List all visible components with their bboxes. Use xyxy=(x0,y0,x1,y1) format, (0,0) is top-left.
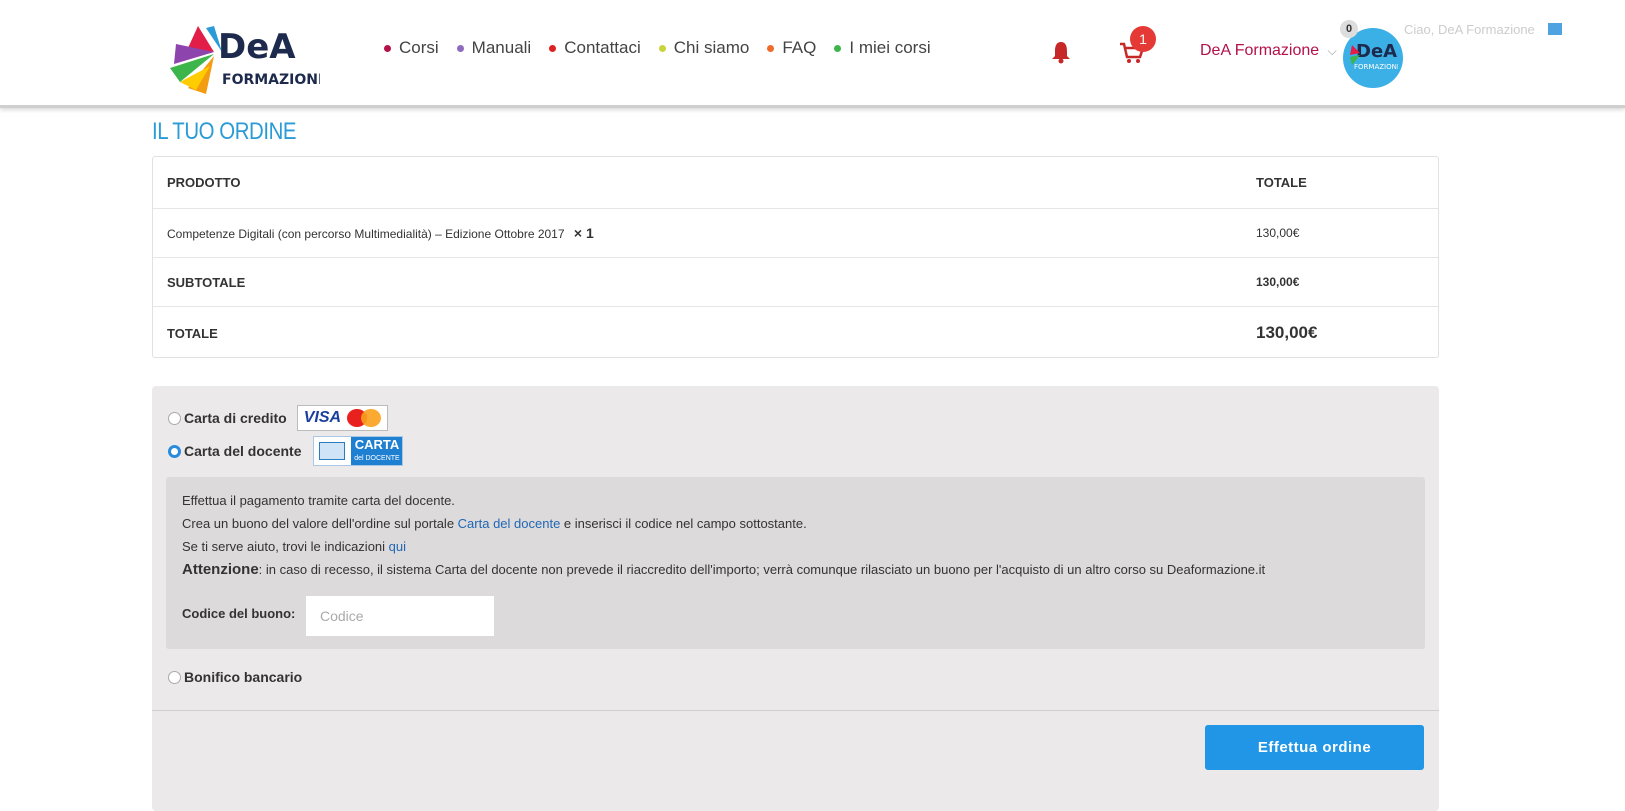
total-value: 130,00€ xyxy=(1256,323,1318,342)
nav-label: Corsi xyxy=(399,38,439,57)
payment-option-bank-transfer[interactable]: Bonifico bancario xyxy=(168,669,302,685)
notifications-count-badge: 0 xyxy=(1340,20,1358,38)
voucher-code-label: Codice del buono: xyxy=(182,606,296,621)
bullet-icon xyxy=(384,44,391,52)
logo-text: DeA xyxy=(218,27,296,67)
payment-description-2: Crea un buono del valore dell'ordine sul… xyxy=(182,516,807,531)
carta-docente-logo-icon: CARTA del DOCENTE xyxy=(313,436,404,466)
bullet-icon xyxy=(767,44,775,52)
radio-carta-docente[interactable] xyxy=(168,444,181,458)
radio-credit-card[interactable] xyxy=(168,411,181,425)
voucher-code-input[interactable] xyxy=(306,596,494,636)
product-name: Competenze Digitali (con percorso Multim… xyxy=(167,227,565,241)
payment-option-label: Carta del docente xyxy=(184,443,302,459)
user-menu[interactable]: DeA Formazione ⌵ xyxy=(1200,42,1337,60)
column-header-product: PRODOTTO xyxy=(167,175,241,190)
table-row: Competenze Digitali (con percorso Multim… xyxy=(153,209,1438,258)
payment-option-label: Carta di credito xyxy=(184,410,287,426)
nav-label: Chi siamo xyxy=(673,38,750,57)
bullet-icon xyxy=(549,44,557,52)
bullet-icon xyxy=(658,44,666,52)
order-summary-table: PRODOTTO TOTALE Competenze Digitali (con… xyxy=(152,156,1439,358)
payment-description-3: Se ti serve aiuto, trovi le indicazioni … xyxy=(182,539,407,554)
payment-option-carta-docente[interactable]: Carta del docente CARTA del DOCENTE xyxy=(168,436,404,466)
table-header-row: PRODOTTO TOTALE xyxy=(153,157,1438,209)
warning-text: Attenzione: in caso di recesso, il siste… xyxy=(182,561,1266,578)
column-header-total: TOTALE xyxy=(1256,175,1307,190)
greeting-text: Ciao, DeA Formazione xyxy=(1404,22,1535,37)
order-title: IL TUO ORDINE xyxy=(152,118,297,145)
bell-icon[interactable] xyxy=(1050,40,1072,64)
total-row: TOTALE 130,00€ xyxy=(153,307,1438,359)
nav-item-manuali[interactable]: Manuali xyxy=(456,38,532,58)
nav-item-chi-siamo[interactable]: Chi siamo xyxy=(658,38,750,58)
payment-option-label: Bonifico bancario xyxy=(184,669,303,685)
bullet-icon xyxy=(834,44,842,52)
main-nav: Corsi Manuali Contattaci Chi siamo FAQ I miei… xyxy=(384,38,931,58)
cdd-logo-text: CARTA xyxy=(354,437,400,452)
nav-label: I miei corsi xyxy=(849,38,931,57)
carta-docente-details: Effettua il pagamento tramite carta del … xyxy=(166,477,1425,649)
nav-label: FAQ xyxy=(782,38,817,57)
nav-item-i-miei-corsi[interactable]: I miei corsi xyxy=(834,38,931,58)
payment-methods-panel: Carta di credito VISA Carta del docente … xyxy=(152,386,1439,811)
nav-label: Contattaci xyxy=(564,38,641,57)
nav-item-faq[interactable]: FAQ xyxy=(767,38,816,58)
subtotal-row: SUBTOTALE 130,00€ xyxy=(153,258,1438,307)
bullet-icon xyxy=(456,44,464,52)
user-name: DeA Formazione xyxy=(1200,42,1320,59)
help-link[interactable]: qui xyxy=(389,539,406,554)
site-header: DeA FORMAZIONE Corsi Manuali Contattaci Chi… xyxy=(0,0,1625,108)
payment-option-credit-card[interactable]: Carta di credito VISA xyxy=(168,405,389,431)
cdd-logo-subtext: del DOCENTE xyxy=(354,455,400,462)
product-cell: Competenze Digitali (con percorso Multim… xyxy=(167,225,594,241)
product-quantity: × 1 xyxy=(573,225,594,241)
place-order-button[interactable]: Effettua ordine xyxy=(1205,725,1424,770)
cart-count-badge: 1 xyxy=(1130,26,1156,52)
subtotal-value: 130,00€ xyxy=(1256,275,1300,289)
logo-subtext: FORMAZIONE xyxy=(222,72,320,88)
carta-docente-link[interactable]: Carta del docente xyxy=(458,516,561,531)
warning-label: Attenzione xyxy=(182,561,259,578)
divider xyxy=(152,710,1439,711)
radio-bank-transfer[interactable] xyxy=(168,670,181,684)
payment-description-1: Effettua il pagamento tramite carta del … xyxy=(182,493,455,508)
mastercard-logo-icon xyxy=(345,408,385,428)
nav-item-corsi[interactable]: Corsi xyxy=(384,38,439,58)
dea-formazione-logo[interactable]: DeA FORMAZIONE xyxy=(170,24,328,94)
visa-logo-icon: VISA xyxy=(303,409,342,426)
flag-icon xyxy=(1548,23,1562,35)
product-total: 130,00€ xyxy=(1256,226,1300,240)
card-logos: VISA xyxy=(296,405,389,431)
chevron-down-icon: ⌵ xyxy=(1327,44,1337,58)
total-label: TOTALE xyxy=(167,325,218,341)
nav-label: Manuali xyxy=(471,38,532,57)
nav-item-contattaci[interactable]: Contattaci xyxy=(549,38,641,58)
subtotal-label: SUBTOTALE xyxy=(167,274,246,290)
svg-text:FORMAZIONE: FORMAZIONE xyxy=(1354,63,1398,71)
svg-text:DeA: DeA xyxy=(1356,41,1397,62)
